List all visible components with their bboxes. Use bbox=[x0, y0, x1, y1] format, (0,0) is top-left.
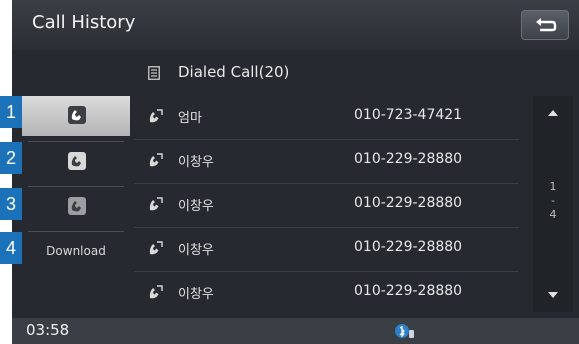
phone-number: 010-229-28880 bbox=[354, 151, 463, 167]
call-list: 엄마 010-723-47421 이창우 010-229-28880 이창우 0… bbox=[134, 96, 519, 316]
missed-call-icon bbox=[68, 197, 86, 215]
scroll-down-button[interactable] bbox=[533, 278, 573, 312]
clock: 03:58 bbox=[26, 321, 70, 339]
outgoing-call-icon bbox=[149, 109, 163, 123]
page-title: Call History bbox=[32, 12, 136, 33]
page-separator: - bbox=[551, 194, 555, 207]
phone-number: 010-723-47421 bbox=[354, 107, 463, 123]
contact-name: 이창우 bbox=[178, 199, 214, 214]
call-row[interactable]: 이창우 010-229-28880 bbox=[134, 140, 519, 180]
contact-name: 엄마 bbox=[178, 111, 202, 126]
title-bar: Call History bbox=[12, 0, 579, 50]
call-row[interactable]: 이창우 010-229-28880 bbox=[134, 272, 519, 312]
document-list-icon bbox=[148, 66, 160, 80]
page-indicator: 1 - 4 bbox=[533, 180, 573, 222]
return-arrow-icon bbox=[536, 18, 557, 32]
sidebar-item-received[interactable] bbox=[22, 142, 130, 182]
call-row[interactable]: 이창우 010-229-28880 bbox=[134, 184, 519, 224]
back-button[interactable] bbox=[521, 10, 569, 40]
page-total: 4 bbox=[549, 208, 557, 221]
scroll-up-button[interactable] bbox=[533, 96, 573, 130]
badge-1: 1 bbox=[0, 96, 22, 128]
sidebar-item-download[interactable]: Download bbox=[22, 232, 130, 272]
list-title: Dialed Call(20) bbox=[178, 63, 290, 81]
phone-number: 010-229-28880 bbox=[354, 283, 463, 299]
badge-3: 3 bbox=[0, 188, 22, 220]
contact-name: 이창우 bbox=[178, 243, 214, 258]
received-call-icon bbox=[68, 152, 86, 170]
call-row[interactable]: 엄마 010-723-47421 bbox=[134, 96, 519, 136]
sidebar-item-missed[interactable] bbox=[22, 187, 130, 227]
dialed-call-icon bbox=[68, 106, 86, 124]
scroll-bar: 1 - 4 bbox=[533, 96, 573, 312]
badge-4: 4 bbox=[0, 232, 22, 264]
outgoing-call-icon bbox=[149, 197, 163, 211]
call-type-sidebar: Download bbox=[22, 96, 130, 280]
phone-number: 010-229-28880 bbox=[354, 239, 463, 255]
contact-name: 이창우 bbox=[178, 155, 214, 170]
bluetooth-phone-icon bbox=[395, 324, 414, 338]
call-history-screen: Call History Dialed Call(20) Download 엄마… bbox=[12, 0, 579, 344]
download-label: Download bbox=[46, 244, 106, 258]
call-row[interactable]: 이창우 010-229-28880 bbox=[134, 228, 519, 268]
list-header: Dialed Call(20) bbox=[134, 56, 579, 90]
outgoing-call-icon bbox=[149, 285, 163, 299]
arrow-down-icon bbox=[548, 292, 558, 298]
page-current: 1 bbox=[549, 180, 557, 193]
outgoing-call-icon bbox=[149, 241, 163, 255]
contact-name: 이창우 bbox=[178, 287, 214, 302]
phone-number: 010-229-28880 bbox=[354, 195, 463, 211]
arrow-up-icon bbox=[548, 110, 558, 116]
badge-2: 2 bbox=[0, 142, 22, 174]
status-bar: 03:58 bbox=[12, 318, 579, 344]
sidebar-item-dialed[interactable] bbox=[22, 96, 130, 136]
outgoing-call-icon bbox=[149, 153, 163, 167]
